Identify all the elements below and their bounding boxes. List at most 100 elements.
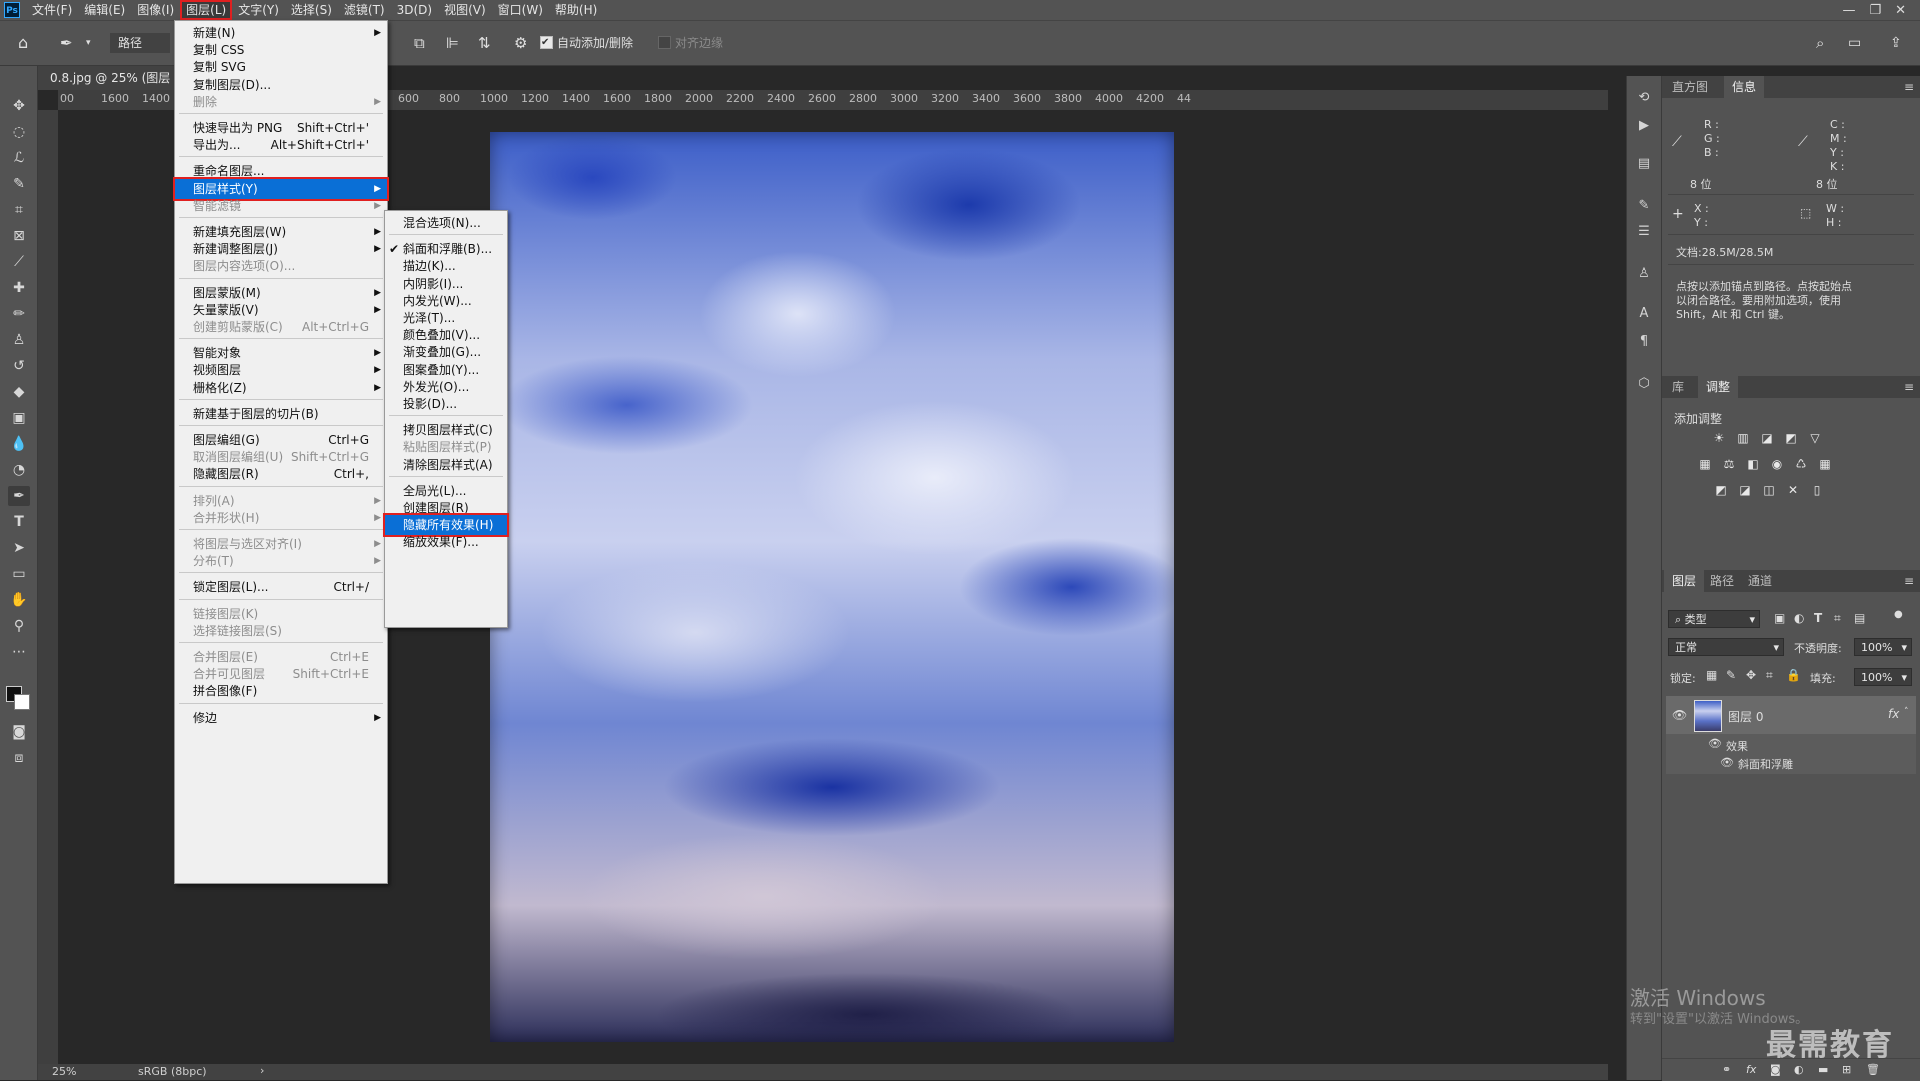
style-menu-item[interactable]: 缩放效果(F)... [385,532,507,552]
lock-all-icon[interactable]: 🔒 [1786,668,1801,682]
delete-icon[interactable]: 🗑 [1866,1063,1880,1076]
tab-histogram[interactable]: 直方图 [1664,76,1716,98]
adjustment-icons_row2-5-icon[interactable]: ▦ [1818,458,1832,471]
adjustment-icons_row3-0-icon[interactable]: ◩ [1714,484,1728,497]
lock-position-icon[interactable]: ✥ [1746,668,1756,682]
layer-menu-item[interactable]: 分布(T) ▶ [175,551,387,571]
layer-menu-item[interactable]: 删除 ▶ [175,92,387,112]
adjustment-icons_row3-4-icon[interactable]: ▯ [1810,484,1824,497]
add-mask-icon[interactable]: ◙ [1770,1063,1781,1076]
layer-menu-item[interactable]: 隐藏图层(R) Ctrl+, [175,464,387,484]
menu-2[interactable]: 图像(I) [131,0,180,20]
zoom-tool-icon[interactable]: ⚲ [8,616,30,636]
adjustments-sliders-icon[interactable]: ☰ [1636,224,1652,240]
dodge-tool-icon[interactable]: ◔ [8,460,30,480]
link-layers-icon[interactable]: ⚭ [1722,1063,1731,1076]
adjustment-icons_row2-2-icon[interactable]: ◧ [1746,458,1760,471]
brush-tool-icon[interactable]: ✏ [8,304,30,324]
paragraph-icon[interactable]: ¶ [1636,334,1652,350]
add-style-icon[interactable]: fx [1746,1063,1756,1076]
filter-toggle-icon[interactable]: ● [1894,609,1903,620]
color-profile[interactable]: sRGB (8bpc) [138,1065,207,1078]
path-select-tool-icon[interactable]: ➤ [8,538,30,558]
layer-menu-item[interactable]: 栅格化(Z) ▶ [175,378,387,398]
adjustment-icons_row1-4-icon[interactable]: ▽ [1808,432,1822,445]
pen-tool-icon[interactable]: ✒ [8,486,30,506]
layer-menu-item[interactable]: 合并形状(H) ▶ [175,508,387,528]
marquee-tool-icon[interactable]: ◌ [8,122,30,142]
menu-5[interactable]: 选择(S) [285,0,338,20]
adjustment-icons_row1-3-icon[interactable]: ◩ [1784,432,1798,445]
tab-adjustments[interactable]: 调整 [1698,376,1739,398]
pen-tool-icon[interactable]: ✒ [60,33,73,53]
blur-tool-icon[interactable]: 💧 [8,434,30,454]
effect-bevel-emboss[interactable]: 斜面和浮雕 [1738,756,1793,772]
eraser-tool-icon[interactable]: ◆ [8,382,30,402]
adjustment-icons_row3-1-icon[interactable]: ◪ [1738,484,1752,497]
menu-3[interactable]: 图层(L) [180,0,233,20]
adjustment-icons_row1-2-icon[interactable]: ◪ [1760,432,1774,445]
style-menu-item[interactable]: 混合选项(N)... [385,213,507,233]
type-tool-icon[interactable]: T [8,512,30,532]
eye-icon[interactable]: 👁 [1720,756,1734,769]
tab-libraries[interactable]: 库 [1664,376,1692,398]
background-color-swatch[interactable] [14,694,30,710]
workspace-icon[interactable]: ▭ [1848,33,1861,53]
layer-menu-item[interactable]: 锁定图层(L)... Ctrl+/ [175,577,387,597]
filter-pixel-icon[interactable]: ▣ [1774,611,1785,625]
layer-menu-item[interactable]: 智能滤镜 ▶ [175,196,387,216]
adjustment-icons_row3-3-icon[interactable]: ✕ [1786,484,1800,497]
filter-smart-object-icon[interactable]: ▤ [1854,611,1865,625]
filter-shape-icon[interactable]: ⌗ [1834,611,1841,626]
panel-menu-icon[interactable]: ≡ [1904,380,1914,394]
layer-name[interactable]: 图层 0 [1728,708,1763,725]
layer-menu-item[interactable]: 创建剪贴蒙版(C) Alt+Ctrl+G [175,317,387,337]
path-alignment-icon[interactable]: ⊫ [446,33,459,53]
opacity-field[interactable]: 100% ▾ [1854,638,1912,656]
style-menu-item[interactable]: 投影(D)... [385,394,507,414]
menu-10[interactable]: 帮助(H) [549,0,603,20]
brush-settings-icon[interactable]: ✎ [1636,198,1652,214]
layer-menu-item[interactable]: 图层内容选项(O)... [175,256,387,276]
menu-7[interactable]: 3D(D) [391,0,438,20]
menu-6[interactable]: 滤镜(T) [338,0,391,20]
panel-menu-icon[interactable]: ≡ [1904,80,1914,94]
layer-menu-item[interactable]: 修边 ▶ [175,708,387,728]
auto-add-delete-checkbox[interactable]: 自动添加/删除 [540,33,633,53]
menu-8[interactable]: 视图(V) [438,0,492,20]
more-tools-icon[interactable]: ⋯ [8,642,30,662]
zoom-level[interactable]: 25% [52,1065,76,1078]
blend-mode-select[interactable]: 正常 ▾ [1668,638,1784,656]
adjustment-icons_row2-1-icon[interactable]: ⚖ [1722,458,1736,471]
menu-9[interactable]: 窗口(W) [492,0,549,20]
move-tool-icon[interactable]: ✥ [8,96,30,116]
restore-icon[interactable]: ❐ [1869,3,1881,18]
group-icon[interactable]: ▬ [1818,1063,1828,1076]
search-icon[interactable]: ⌕ [1816,33,1824,53]
tab-paths[interactable]: 路径 [1702,570,1742,592]
style-menu-item[interactable]: 清除图层样式(A) [385,455,507,475]
layer-menu-item[interactable]: 导出为... Alt+Shift+Ctrl+' [175,135,387,155]
filter-type-icon[interactable]: T [1814,611,1822,625]
quick-select-tool-icon[interactable]: ✎ [8,174,30,194]
clone-source-icon[interactable]: ♙ [1636,266,1652,282]
character-icon[interactable]: A [1636,306,1652,322]
hand-tool-icon[interactable]: ✋ [8,590,30,610]
menu-1[interactable]: 编辑(E) [78,0,131,20]
adjustment-icons_row2-3-icon[interactable]: ◉ [1770,458,1784,471]
adjustment-icons_row1-0-icon[interactable]: ☀ [1712,432,1726,445]
path-mode-select[interactable]: 路径 [110,33,170,53]
quick-mask-icon[interactable]: ◙ [8,722,30,742]
home-icon[interactable]: ⌂ [18,33,28,53]
properties-icon[interactable]: ▤ [1636,156,1652,172]
fill-field[interactable]: 100% ▾ [1854,668,1912,686]
tab-channels[interactable]: 通道 [1740,570,1780,592]
history-brush-tool-icon[interactable]: ↺ [8,356,30,376]
crop-tool-icon[interactable]: ⌗ [8,200,30,220]
new-layer-icon[interactable]: ⊞ [1842,1063,1851,1076]
eye-icon[interactable]: 👁 [1672,708,1687,722]
gear-icon[interactable]: ⚙ [514,33,527,53]
3d-cube-icon[interactable]: ⬡ [1636,376,1652,392]
filter-adjustment-icon[interactable]: ◐ [1794,611,1804,625]
layer-row-layer-0[interactable]: 👁 图层 0 fx ˄ [1666,696,1916,734]
